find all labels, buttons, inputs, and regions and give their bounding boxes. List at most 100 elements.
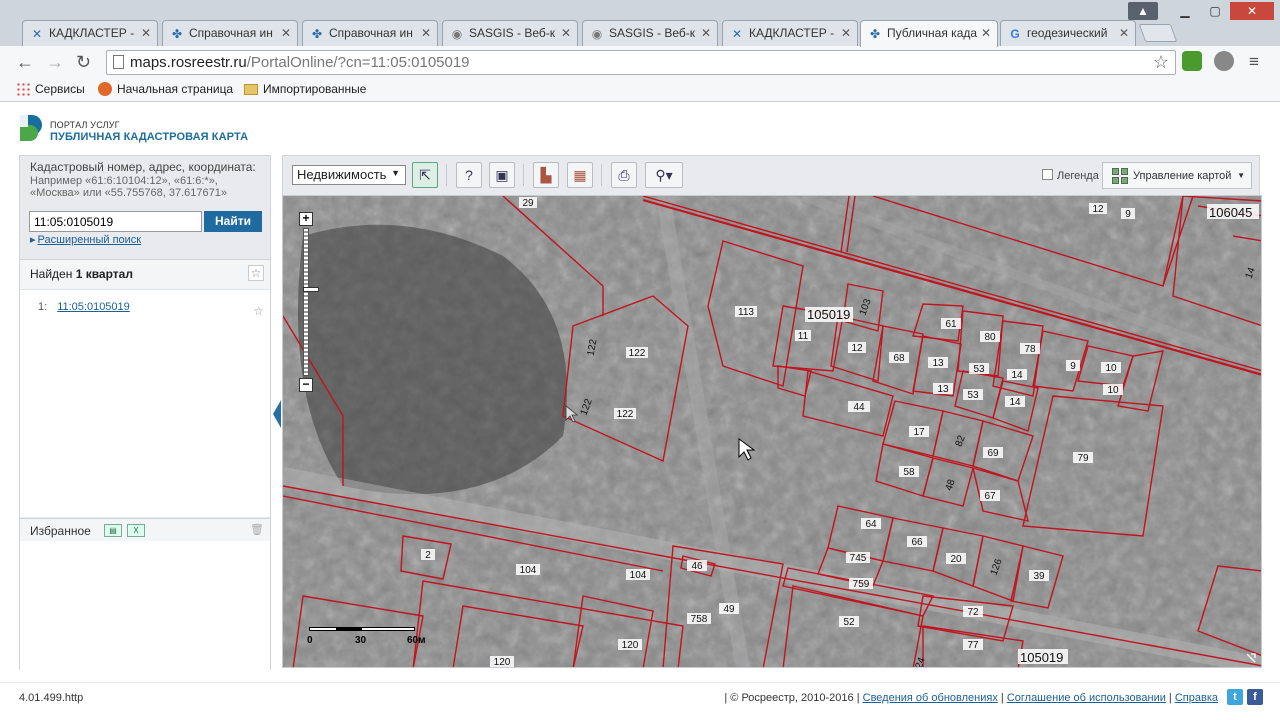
link-icon[interactable]: ⚲▾	[645, 162, 683, 188]
area-tool-icon[interactable]: ▣	[489, 162, 515, 188]
parcel-label: 104	[520, 565, 537, 576]
window-close-icon[interactable]: ✕	[1230, 2, 1274, 20]
left-panel: Кадастровый номер, адрес, координата: На…	[19, 155, 271, 670]
rosreestr-logo[interactable]	[18, 113, 42, 143]
close-icon[interactable]: ✕	[421, 26, 431, 40]
star-icon[interactable]: ☆	[253, 304, 264, 318]
user-icon[interactable]: ▲	[1128, 2, 1158, 20]
maximize-icon[interactable]: ▢	[1200, 2, 1230, 20]
close-icon[interactable]: ✕	[841, 26, 851, 40]
help-link[interactable]: Справка	[1175, 692, 1218, 704]
browser-tab-active[interactable]: ✤ Публичная када ✕	[860, 20, 998, 47]
page-footer: 4.01.499.http | © Росреестр, 2010-2016 |…	[0, 682, 1280, 712]
bookmark-home[interactable]: Начальная страница	[98, 82, 233, 96]
favorites-label: Избранное	[30, 524, 91, 538]
close-icon[interactable]: ✕	[701, 26, 711, 40]
scale-label: 60м	[407, 635, 426, 646]
browser-tab[interactable]: ✤ Справочная ин ✕	[162, 20, 298, 46]
export-excel-icon[interactable]: X	[127, 524, 145, 537]
identify-tool-icon[interactable]: ⇱	[412, 162, 438, 188]
extension-icon[interactable]	[1182, 51, 1202, 71]
twitter-icon[interactable]: t	[1227, 689, 1243, 705]
tab-title: Справочная ин	[329, 26, 413, 40]
menu-icon[interactable]: ≡	[1249, 52, 1259, 72]
parcel-label: 67	[984, 491, 996, 502]
parcel-label: 14	[1011, 370, 1023, 381]
forward-icon[interactable]: →	[46, 52, 64, 72]
result-link[interactable]: 11:05:0105019	[57, 301, 130, 313]
map-control-label: Управление картой	[1133, 170, 1232, 182]
browser-tab[interactable]: ✕ КАДКЛАСТЕР - ✕	[722, 20, 858, 46]
zoom-in-button[interactable]: +	[299, 212, 313, 226]
logo-title[interactable]: ПУБЛИЧНАЯ КАДАСТРОВАЯ КАРТА	[50, 131, 248, 143]
zoom-out-button[interactable]: −	[299, 378, 313, 392]
extension-icon[interactable]	[1214, 51, 1234, 71]
browser-tab[interactable]: ◉ SASGIS - Веб-к ✕	[582, 20, 718, 46]
close-icon[interactable]: ✕	[981, 26, 991, 40]
close-icon[interactable]: ✕	[1119, 26, 1129, 40]
parcel-label: 61	[945, 319, 957, 330]
layer-select[interactable]: Недвижимость	[292, 165, 406, 185]
favorites-panel: Избранное ▤ X 🗑	[20, 518, 270, 670]
browser-tab[interactable]: Gгеодезический ✕	[1000, 20, 1136, 46]
minimize-icon[interactable]: ▁	[1170, 2, 1200, 20]
parcel-label: 53	[967, 390, 979, 401]
ruler-icon[interactable]: ▙	[533, 162, 559, 188]
chevron-down-icon: ▼	[1237, 171, 1245, 180]
search-example-line: «Москва» или «55.755768, 37.617671»	[30, 187, 227, 199]
page-header: ПОРТАЛ УСЛУГ ПУБЛИЧНАЯ КАДАСТРОВАЯ КАРТА	[0, 103, 1280, 155]
browser-tab[interactable]: ◉ SASGIS - Веб-к ✕	[442, 20, 578, 46]
legend-checkbox[interactable]	[1042, 169, 1053, 180]
page-icon	[113, 55, 124, 69]
map-canvas[interactable]: 29 12 9 113 11 103 12 122 122 122 122 61…	[283, 196, 1262, 668]
find-button[interactable]: Найти	[204, 211, 262, 232]
star-icon[interactable]: ☆	[248, 265, 264, 281]
close-icon[interactable]: ✕	[141, 26, 151, 40]
cross-icon: ✕	[31, 27, 43, 41]
trash-icon[interactable]: 🗑	[250, 523, 264, 536]
map-view[interactable]: 29 12 9 113 11 103 12 122 122 122 122 61…	[282, 195, 1262, 668]
zoom-slider-thumb[interactable]	[303, 287, 319, 292]
parcel-label: 46	[691, 561, 703, 572]
updates-link[interactable]: Сведения об обновлениях	[863, 692, 998, 704]
firefox-icon	[98, 82, 112, 96]
new-tab-button[interactable]	[1138, 24, 1178, 42]
close-icon[interactable]: ✕	[561, 26, 571, 40]
parcel-label: 12	[1092, 204, 1104, 215]
address-bar[interactable]: maps.rosreestr.ru/PortalOnline/?cn=11:05…	[106, 50, 1176, 75]
bookmark-folder[interactable]: Импортированные	[244, 82, 366, 96]
block-label: 106045	[1209, 205, 1252, 220]
measure-tool-icon[interactable]: ?	[456, 162, 482, 188]
bookmark-apps[interactable]: Сервисы	[16, 82, 85, 96]
search-example: Например «61:6:10104:12», «61:6:*», «Мос…	[30, 175, 270, 199]
close-icon[interactable]: ✕	[281, 26, 291, 40]
url-path: /PortalOnline/?cn=11:05:0105019	[246, 54, 470, 71]
results-found-count: 1 квартал	[75, 267, 133, 281]
import-icon[interactable]: ▤	[104, 524, 122, 537]
terms-link[interactable]: Соглашение об использовании	[1007, 692, 1166, 704]
back-icon[interactable]: ←	[16, 52, 34, 72]
result-index: 1:	[38, 301, 48, 313]
facebook-icon[interactable]: f	[1247, 689, 1263, 705]
scale-label: 0	[307, 635, 313, 646]
reload-icon[interactable]: ↻	[76, 52, 91, 72]
panel-collapse-handle[interactable]	[273, 400, 281, 428]
browser-tab[interactable]: ✤ Справочная ин ✕	[302, 20, 438, 46]
zoom-slider[interactable]	[303, 228, 319, 376]
advanced-search-link[interactable]: Расширенный поиск	[30, 233, 142, 246]
tab-title: SASGIS - Веб-к	[609, 26, 696, 40]
search-input[interactable]	[29, 211, 202, 232]
parcel-label: 39	[1033, 571, 1045, 582]
map-control-dropdown[interactable]: Управление картой ▼	[1102, 162, 1252, 189]
separator	[523, 164, 524, 186]
print-icon[interactable]: ⎙	[611, 162, 637, 188]
parcel-label: 78	[1024, 344, 1036, 355]
window-controls: ▲ ▁ ▢ ✕	[1128, 2, 1274, 20]
bookmark-star-icon[interactable]: ☆	[1153, 52, 1169, 73]
sketch-icon[interactable]: ▦	[567, 162, 593, 188]
logo-subtitle: ПОРТАЛ УСЛУГ	[50, 120, 120, 130]
tab-title: КАДКЛАСТЕР -	[749, 26, 835, 40]
browser-tab[interactable]: ✕ КАДКЛАСТЕР - ✕	[22, 20, 158, 46]
tab-title: КАДКЛАСТЕР -	[49, 26, 135, 40]
parcel-label: 53	[973, 364, 985, 375]
